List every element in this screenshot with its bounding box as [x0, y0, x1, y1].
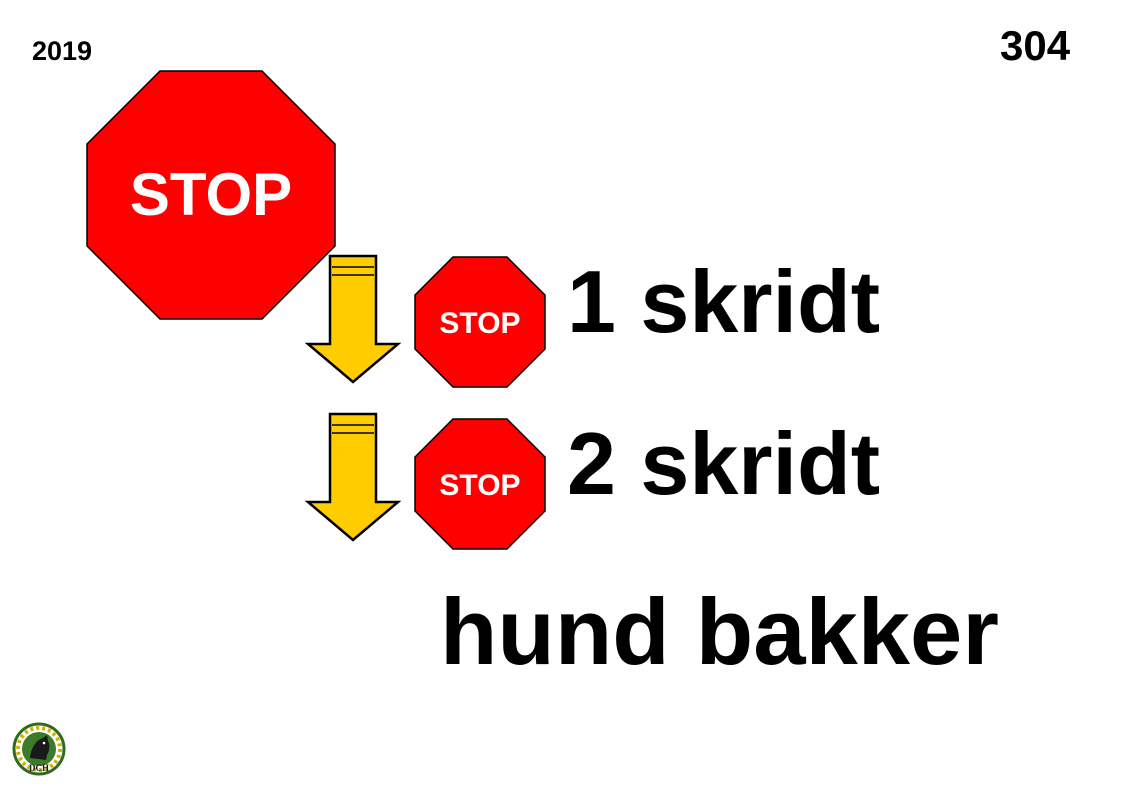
- arrow-down-icon: [304, 254, 402, 384]
- stop-sign-large: STOP: [86, 70, 336, 320]
- stop-sign-small-2-label: STOP: [439, 469, 520, 502]
- stop-sign-small-1-label: STOP: [439, 307, 520, 340]
- stop-sign-small-1: STOP: [414, 256, 546, 388]
- stop-sign-large-label: STOP: [130, 161, 292, 228]
- step-two-text: 2 skridt: [567, 414, 881, 513]
- stop-sign-small-2: STOP: [414, 418, 546, 550]
- dch-logo-label: DCH: [29, 763, 49, 773]
- year-label: 2019: [32, 36, 93, 66]
- action-text: hund bakker: [440, 579, 999, 684]
- step-one-text: 1 skridt: [567, 252, 881, 351]
- dch-logo-icon: DCH: [12, 722, 66, 776]
- arrow-down-icon: [304, 412, 402, 542]
- sign-number: 304: [1000, 22, 1071, 69]
